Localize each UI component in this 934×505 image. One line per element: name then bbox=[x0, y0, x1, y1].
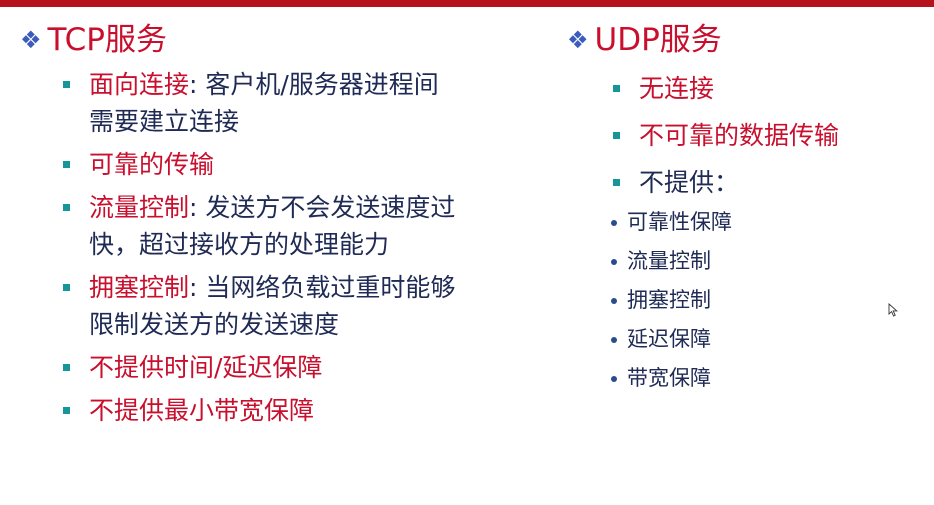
udp-sub-item-text: 流量控制 bbox=[627, 249, 711, 273]
udp-sub-item: 延迟保障 bbox=[607, 320, 927, 359]
udp-sub-item-text: 带宽保障 bbox=[627, 366, 711, 390]
tcp-item-head: 面向连接 bbox=[89, 70, 190, 99]
tcp-item-head: 流量控制 bbox=[89, 193, 190, 222]
square-bullet-icon bbox=[613, 179, 620, 186]
square-bullet-icon bbox=[63, 364, 70, 371]
square-bullet-icon bbox=[613, 85, 620, 92]
tcp-item-rest: : 客户机/服务器进程间 bbox=[189, 70, 439, 99]
udp-column: ❖ UDP服务 无连接 不可靠的数据传输 不提供： 可靠性保障 流量控制 拥塞控… bbox=[567, 20, 927, 398]
udp-item-text: 不提供： bbox=[639, 168, 740, 197]
tcp-heading: ❖ TCP服务 bbox=[20, 20, 560, 60]
udp-bullet-list: 无连接 不可靠的数据传输 不提供： 可靠性保障 流量控制 拥塞控制 延迟保障 带… bbox=[567, 70, 927, 398]
tcp-item-head: 拥塞控制 bbox=[89, 273, 190, 302]
tcp-item-continuation: 限制发送方的发送速度 bbox=[89, 310, 340, 339]
tcp-bullet-item: 不提供最小带宽保障 bbox=[20, 392, 560, 429]
dot-bullet-icon bbox=[611, 259, 617, 265]
dot-bullet-icon bbox=[611, 337, 617, 343]
udp-sub-item-text: 可靠性保障 bbox=[627, 210, 732, 234]
tcp-item-continuation: 快，超过接收方的处理能力 bbox=[89, 230, 390, 259]
tcp-item-head: 不提供时间/延迟保障 bbox=[89, 353, 323, 382]
udp-bullet-item: 无连接 bbox=[567, 70, 927, 107]
udp-item-text: 不可靠的数据传输 bbox=[639, 121, 840, 150]
udp-title: UDP服务 bbox=[594, 22, 722, 58]
tcp-title: TCP服务 bbox=[47, 22, 167, 58]
udp-bullet-item: 不可靠的数据传输 bbox=[567, 117, 927, 154]
square-bullet-icon bbox=[63, 161, 70, 168]
tcp-item-continuation: 需要建立连接 bbox=[89, 107, 240, 136]
udp-sub-item: 流量控制 bbox=[607, 242, 927, 281]
tcp-item-head: 可靠的传输 bbox=[89, 150, 215, 179]
mouse-pointer-icon bbox=[888, 303, 898, 317]
dot-bullet-icon bbox=[611, 298, 617, 304]
tcp-bullet-item: 可靠的传输 bbox=[20, 146, 560, 183]
tcp-bullet-item: 拥塞控制: 当网络负载过重时能够 限制发送方的发送速度 bbox=[20, 269, 560, 343]
udp-sub-item: 拥塞控制 bbox=[607, 281, 927, 320]
udp-heading: ❖ UDP服务 bbox=[567, 20, 927, 60]
dot-bullet-icon bbox=[611, 220, 617, 226]
diamond-cluster-icon: ❖ bbox=[567, 26, 589, 54]
tcp-bullet-list: 面向连接: 客户机/服务器进程间 需要建立连接 可靠的传输 流量控制: 发送方不… bbox=[20, 66, 560, 429]
tcp-item-rest: : 当网络负载过重时能够 bbox=[189, 273, 456, 302]
square-bullet-icon bbox=[63, 204, 70, 211]
diamond-cluster-icon: ❖ bbox=[20, 26, 42, 54]
udp-bullet-item: 不提供： 可靠性保障 流量控制 拥塞控制 延迟保障 带宽保障 bbox=[567, 164, 927, 398]
udp-sub-list: 可靠性保障 流量控制 拥塞控制 延迟保障 带宽保障 bbox=[607, 203, 927, 398]
udp-sub-item-text: 拥塞控制 bbox=[627, 288, 711, 312]
tcp-bullet-item: 流量控制: 发送方不会发送速度过 快，超过接收方的处理能力 bbox=[20, 189, 560, 263]
tcp-bullet-item: 不提供时间/延迟保障 bbox=[20, 349, 560, 386]
tcp-item-rest: : 发送方不会发送速度过 bbox=[189, 193, 456, 222]
square-bullet-icon bbox=[63, 81, 70, 88]
udp-sub-item: 可靠性保障 bbox=[607, 203, 927, 242]
dot-bullet-icon bbox=[611, 376, 617, 382]
udp-sub-item-text: 延迟保障 bbox=[627, 327, 711, 351]
square-bullet-icon bbox=[63, 407, 70, 414]
square-bullet-icon bbox=[63, 284, 70, 291]
tcp-bullet-item: 面向连接: 客户机/服务器进程间 需要建立连接 bbox=[20, 66, 560, 140]
square-bullet-icon bbox=[613, 132, 620, 139]
tcp-item-head: 不提供最小带宽保障 bbox=[89, 396, 315, 425]
tcp-column: ❖ TCP服务 面向连接: 客户机/服务器进程间 需要建立连接 可靠的传输 流量… bbox=[20, 20, 560, 429]
udp-sub-item: 带宽保障 bbox=[607, 359, 927, 398]
slide-top-bar bbox=[0, 0, 934, 7]
udp-item-text: 无连接 bbox=[639, 74, 715, 103]
